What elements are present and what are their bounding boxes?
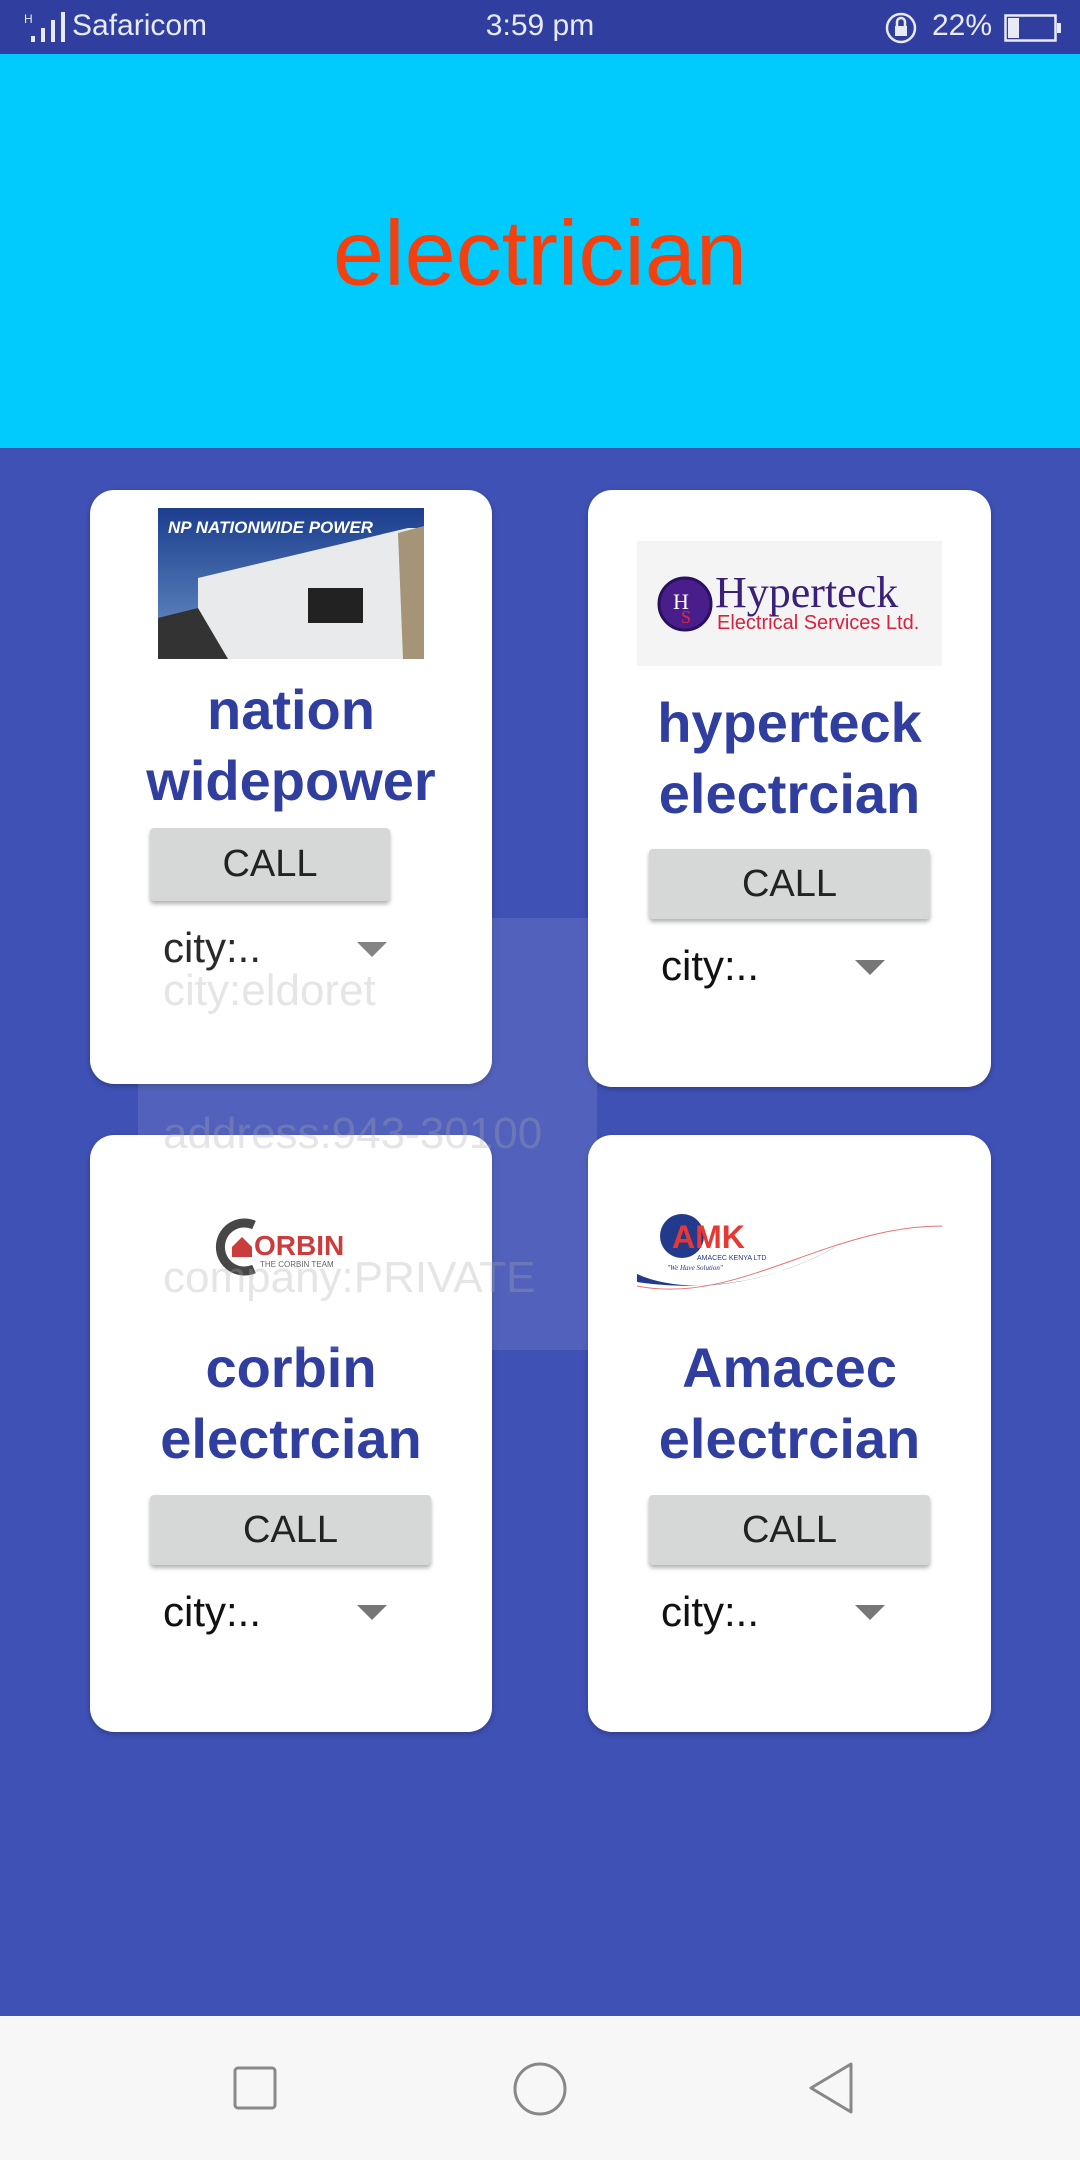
- svg-text:Hyperteck: Hyperteck: [715, 568, 898, 617]
- svg-text:AMACEC KENYA LTD: AMACEC KENYA LTD: [697, 1255, 766, 1262]
- dropdown-arrow-icon: [855, 960, 885, 975]
- business-name: Amacec electrcian: [658, 1336, 921, 1470]
- call-button[interactable]: CALL: [150, 1495, 431, 1565]
- business-name: hyperteck electrcian: [657, 691, 922, 825]
- call-button[interactable]: CALL: [649, 849, 930, 919]
- hyperteck-logo-image: HS Hyperteck Electrical Services Ltd.: [637, 541, 942, 666]
- call-button[interactable]: CALL: [150, 828, 390, 901]
- spinner-value: city:..: [661, 1588, 760, 1635]
- home-circle-icon[interactable]: [512, 2061, 568, 2117]
- svg-text:Electrical Services Ltd.: Electrical Services Ltd.: [717, 612, 919, 634]
- page-title: electrician: [332, 202, 748, 305]
- spinner-value: city:..: [661, 942, 760, 989]
- nationwide-logo-image: NP NATIONWIDE POWER: [158, 508, 424, 659]
- business-card-hyperteck[interactable]: HS Hyperteck Electrical Services Ltd. hy…: [588, 490, 991, 1087]
- amacec-logo-image: AMK AMACEC KENYA LTD "We Have Solution": [637, 1214, 942, 1290]
- svg-text:"We Have Solution": "We Have Solution": [667, 1264, 723, 1272]
- spinner-dropdown-popup: city:eldoret address:943-30100 company:P…: [138, 918, 597, 1350]
- status-bar: H Safaricom 3:59 pm 22%: [0, 0, 1080, 54]
- business-name: nation widepower: [146, 678, 436, 812]
- dropdown-option[interactable]: address:943-30100: [163, 1109, 542, 1159]
- recents-square-icon[interactable]: [232, 2065, 278, 2111]
- back-triangle-icon[interactable]: [806, 2060, 856, 2116]
- spinner-value: city:..: [163, 1588, 262, 1635]
- business-card-amacec[interactable]: AMK AMACEC KENYA LTD "We Have Solution" …: [588, 1135, 991, 1732]
- call-button[interactable]: CALL: [649, 1495, 930, 1565]
- clock: 3:59 pm: [485, 9, 595, 42]
- dropdown-option[interactable]: company:PRIVATE: [163, 1253, 536, 1303]
- navigation-bar: [0, 2016, 1080, 2160]
- business-name: corbin electrcian: [160, 1336, 422, 1470]
- dropdown-arrow-icon: [855, 1605, 885, 1620]
- svg-text:S: S: [681, 607, 691, 627]
- dropdown-arrow-icon: [357, 1605, 387, 1620]
- svg-text:AMK: AMK: [672, 1219, 745, 1255]
- battery-icon: [1004, 14, 1061, 42]
- app-header: electrician: [0, 54, 1080, 448]
- svg-text:NP NATIONWIDE POWER: NP NATIONWIDE POWER: [168, 518, 374, 537]
- rotation-lock-icon: [885, 12, 917, 44]
- battery-percent: 22%: [932, 9, 993, 42]
- dropdown-option[interactable]: city:eldoret: [163, 966, 376, 1016]
